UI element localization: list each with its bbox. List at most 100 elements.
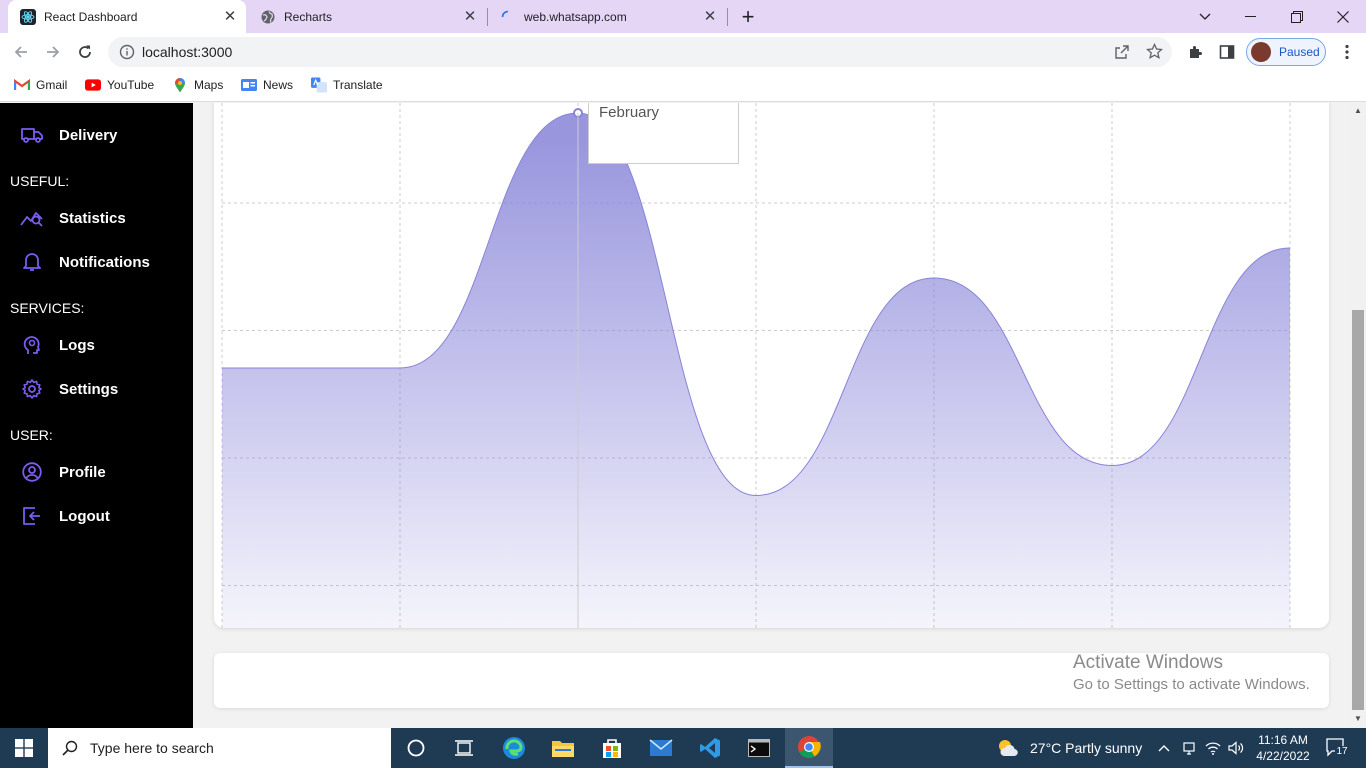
- weather-widget[interactable]: 27°C Partly sunny: [996, 728, 1142, 768]
- tab-recharts[interactable]: Recharts ✕: [248, 0, 486, 33]
- logout-icon: [20, 504, 44, 528]
- back-button[interactable]: [6, 37, 36, 67]
- tab-whatsapp[interactable]: web.whatsapp.com ✕: [488, 0, 726, 33]
- mail-app[interactable]: [637, 728, 685, 768]
- brain-icon: [20, 333, 44, 357]
- taskbar-search[interactable]: Type here to search: [48, 728, 391, 768]
- user-circle-icon: [20, 460, 44, 484]
- scroll-up-icon[interactable]: ▲: [1353, 106, 1363, 116]
- vscode-icon: [700, 738, 720, 758]
- bookmark-maps[interactable]: Maps: [172, 77, 223, 93]
- clock[interactable]: 11:16 AM 4/22/2022: [1250, 732, 1316, 764]
- site-info-icon[interactable]: [119, 44, 135, 65]
- reload-button[interactable]: [70, 37, 100, 67]
- file-explorer-app[interactable]: [539, 728, 587, 768]
- reload-icon: [79, 45, 91, 58]
- taskbar: Type here to search 27°C Partly sunny 11…: [0, 728, 1366, 768]
- scroll-down-icon[interactable]: ▼: [1353, 714, 1363, 724]
- address-bar[interactable]: localhost:3000: [108, 37, 1172, 67]
- profile-button[interactable]: Paused: [1246, 38, 1326, 66]
- restore-button[interactable]: [1274, 0, 1320, 33]
- share-icon[interactable]: [1114, 44, 1130, 65]
- sidebar-item-settings[interactable]: Settings: [20, 377, 118, 401]
- news-icon: [241, 77, 257, 93]
- sidebar-item-statistics[interactable]: Statistics: [20, 206, 126, 230]
- menu-button[interactable]: [1332, 37, 1362, 67]
- tab-search-button[interactable]: [1182, 0, 1228, 33]
- sidebar-item-label: Profile: [59, 463, 106, 481]
- windows-icon: [15, 739, 33, 757]
- bookmarks-bar: Gmail YouTube Maps News Translate: [0, 71, 1366, 102]
- volume-icon[interactable]: [1228, 740, 1244, 756]
- activate-windows-watermark: Activate Windows Go to Settings to activ…: [1073, 652, 1310, 693]
- chevron-down-icon: [1199, 13, 1211, 20]
- mail-icon: [649, 739, 673, 756]
- bookmark-gmail[interactable]: Gmail: [14, 77, 67, 93]
- browser-toolbar: localhost:3000 Paused: [0, 33, 1366, 71]
- edge-icon: [503, 737, 525, 759]
- sidebar-item-profile[interactable]: Profile: [20, 460, 106, 484]
- sidebar-section-services: SERVICES:: [10, 300, 85, 316]
- chart-card: JanuaryFebruaryMarchAprilMayJune Februar…: [214, 103, 1329, 628]
- edge-app[interactable]: [490, 728, 538, 768]
- sidebar-item-delivery[interactable]: Delivery: [20, 123, 117, 147]
- chart-tooltip: February: [588, 103, 739, 164]
- tooltip-label: February: [599, 104, 660, 121]
- sidebar-item-notifications[interactable]: Notifications: [20, 250, 150, 274]
- extensions-button[interactable]: [1180, 37, 1210, 67]
- area-chart[interactable]: JanuaryFebruaryMarchAprilMayJune: [214, 103, 1329, 628]
- close-icon[interactable]: ✕: [462, 8, 478, 25]
- sidebar-item-label: Statistics: [59, 209, 126, 227]
- close-icon: [1337, 10, 1349, 23]
- sidebar-item-label: Settings: [59, 380, 119, 398]
- sidebar-section-user: USER:: [10, 427, 53, 443]
- minimize-button[interactable]: [1228, 0, 1274, 33]
- store-app[interactable]: [588, 728, 636, 768]
- forward-button[interactable]: [38, 37, 68, 67]
- translate-icon: [311, 77, 327, 93]
- close-icon[interactable]: ✕: [702, 8, 718, 25]
- close-icon[interactable]: ✕: [222, 8, 238, 25]
- area-fill: [222, 113, 1290, 628]
- restore-icon: [1291, 10, 1303, 23]
- bookmark-translate[interactable]: Translate: [311, 77, 383, 93]
- sidebar-item-label: Logs: [59, 336, 95, 354]
- bookmark-youtube[interactable]: YouTube: [85, 77, 154, 93]
- more-vertical-icon: [1345, 44, 1349, 60]
- star-icon[interactable]: [1145, 42, 1164, 65]
- page-scrollbar[interactable]: ▲ ▼: [1350, 103, 1366, 728]
- truck-icon: [20, 123, 44, 147]
- vscode-app[interactable]: [686, 728, 734, 768]
- cortana-button[interactable]: [392, 728, 440, 768]
- side-panel-button[interactable]: [1212, 37, 1242, 67]
- chrome-app[interactable]: [785, 728, 833, 768]
- tab-title: web.whatsapp.com: [524, 9, 627, 24]
- page-content: Delivery USEFUL: Statistics Notification…: [0, 103, 1350, 728]
- browser-tab-bar: React Dashboard ✕ Recharts ✕ web.whatsap…: [0, 0, 1366, 33]
- close-window-button[interactable]: [1320, 0, 1366, 33]
- scroll-thumb[interactable]: [1352, 310, 1364, 710]
- sidebar: Delivery USEFUL: Statistics Notification…: [0, 103, 193, 728]
- side-panel-icon: [1219, 45, 1235, 59]
- chrome-icon: [798, 736, 821, 758]
- chevron-up-icon[interactable]: [1156, 740, 1172, 756]
- notifications-button[interactable]: 17: [1326, 737, 1349, 759]
- bell-icon: [20, 250, 44, 274]
- start-button[interactable]: [0, 728, 48, 768]
- wifi-icon[interactable]: [1205, 740, 1221, 756]
- task-view-button[interactable]: [440, 728, 488, 768]
- terminal-icon: [748, 739, 770, 757]
- task-view-icon: [455, 740, 473, 756]
- meet-now-icon[interactable]: [1181, 740, 1197, 756]
- sidebar-item-logs[interactable]: Logs: [20, 333, 95, 357]
- bookmark-news[interactable]: News: [241, 77, 293, 93]
- sidebar-item-logout[interactable]: Logout: [20, 504, 110, 528]
- cortana-icon: [407, 739, 425, 757]
- profile-status: Paused: [1279, 45, 1320, 59]
- gear-icon: [20, 377, 44, 401]
- minimize-icon: [1245, 15, 1256, 17]
- address-text: localhost:3000: [142, 44, 233, 60]
- terminal-app[interactable]: [735, 728, 783, 768]
- tab-react-dashboard[interactable]: React Dashboard ✕: [8, 0, 246, 33]
- new-tab-button[interactable]: +: [726, 0, 770, 33]
